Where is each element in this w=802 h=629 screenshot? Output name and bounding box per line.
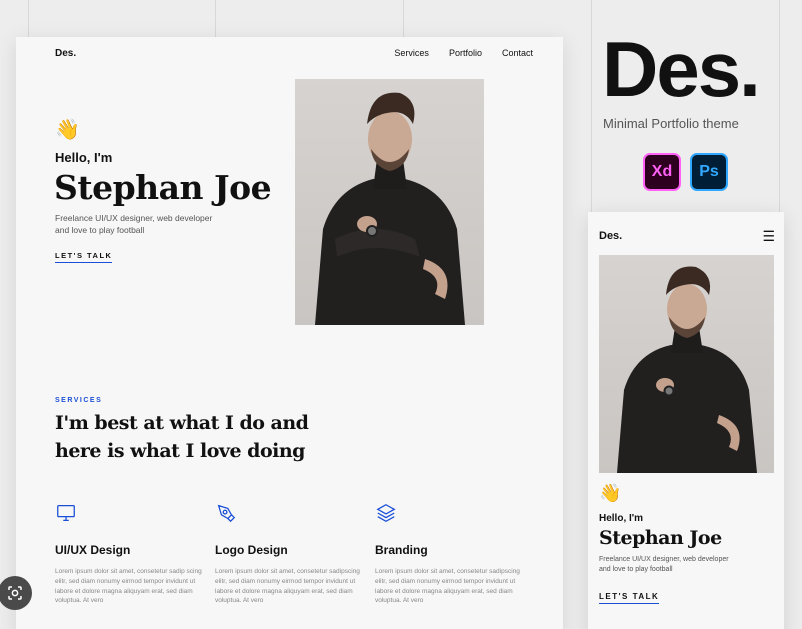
nav-link-portfolio[interactable]: Portfolio [449, 48, 482, 58]
mobile-greeting: Hello, I'm [599, 513, 644, 524]
lens-icon [8, 586, 22, 600]
grid-line [779, 0, 780, 212]
hero-portrait-image [295, 79, 484, 325]
nav-link-contact[interactable]: Contact [502, 48, 533, 58]
service-card-logo: Logo Design Lorem ipsum dolor sit amet, … [215, 502, 365, 606]
hero-tagline: Freelance UI/UX designer, web developer … [55, 213, 212, 237]
mobile-name: Stephan Joe [599, 527, 722, 549]
nav-links: Services Portfolio Contact [394, 48, 533, 58]
adobe-photoshop-icon: Ps [690, 153, 728, 191]
wave-emoji-icon: 👋 [55, 119, 80, 141]
wave-emoji-icon: 👋 [599, 483, 622, 503]
service-description: Lorem ipsum dolor sit amet, consetetur s… [375, 568, 520, 605]
service-description: Lorem ipsum dolor sit amet, consetetur s… [215, 568, 360, 605]
mobile-portrait-image [599, 255, 774, 473]
services-label: SERVICES [55, 397, 103, 404]
grid-line [215, 0, 216, 37]
hero-name: Stephan Joe [54, 168, 272, 207]
services-heading: I'm best at what I do and here is what I… [55, 410, 315, 465]
service-card-uiux: UI/UX Design Lorem ipsum dolor sit amet,… [55, 502, 205, 606]
service-description: Lorem ipsum dolor sit amet, consetetur s… [55, 568, 202, 605]
monitor-icon [57, 505, 75, 521]
service-card-branding: Branding Lorem ipsum dolor sit amet, con… [375, 502, 525, 606]
pen-tool-icon [217, 504, 236, 523]
hero-tagline-line2: and love to play football [55, 224, 145, 235]
layers-icon [376, 504, 396, 522]
mobile-mockup: Des. ☰ 👋 Hello, I'm Stephan Joe Freelanc… [588, 212, 784, 629]
lets-talk-link[interactable]: LET'S TALK [55, 251, 113, 263]
adobe-xd-icon: Xd [643, 153, 681, 191]
mobile-tagline-line1: Freelance UI/UX designer, web developer [599, 556, 729, 563]
desktop-mockup: Des. Services Portfolio Contact 👋 Hello,… [16, 37, 563, 629]
brand-subtitle: Minimal Portfolio theme [603, 116, 739, 131]
service-title: UI/UX Design [55, 543, 131, 557]
services-heading-line1: I'm best at what I do and [55, 412, 309, 434]
mobile-tagline-line2: and love to play football [599, 565, 673, 573]
grid-line [28, 0, 29, 37]
mobile-lets-talk-link[interactable]: LET'S TALK [599, 592, 660, 604]
hero-tagline-line1: Freelance UI/UX designer, web developer [55, 213, 213, 223]
service-title: Logo Design [215, 543, 288, 557]
grid-line [591, 0, 592, 212]
nav-link-services[interactable]: Services [394, 48, 429, 58]
nav-logo[interactable]: Des. [55, 48, 76, 59]
hero-greeting: Hello, I'm [55, 150, 113, 165]
mobile-nav-logo[interactable]: Des. [599, 230, 622, 242]
services-heading-line2: here is what I love doing [55, 439, 305, 462]
mobile-tagline: Freelance UI/UX designer, web developer … [599, 555, 729, 575]
service-title: Branding [375, 543, 428, 557]
grid-line [403, 0, 404, 37]
hamburger-menu-icon[interactable]: ☰ [762, 228, 775, 245]
brand-logo: Des. [602, 25, 761, 113]
